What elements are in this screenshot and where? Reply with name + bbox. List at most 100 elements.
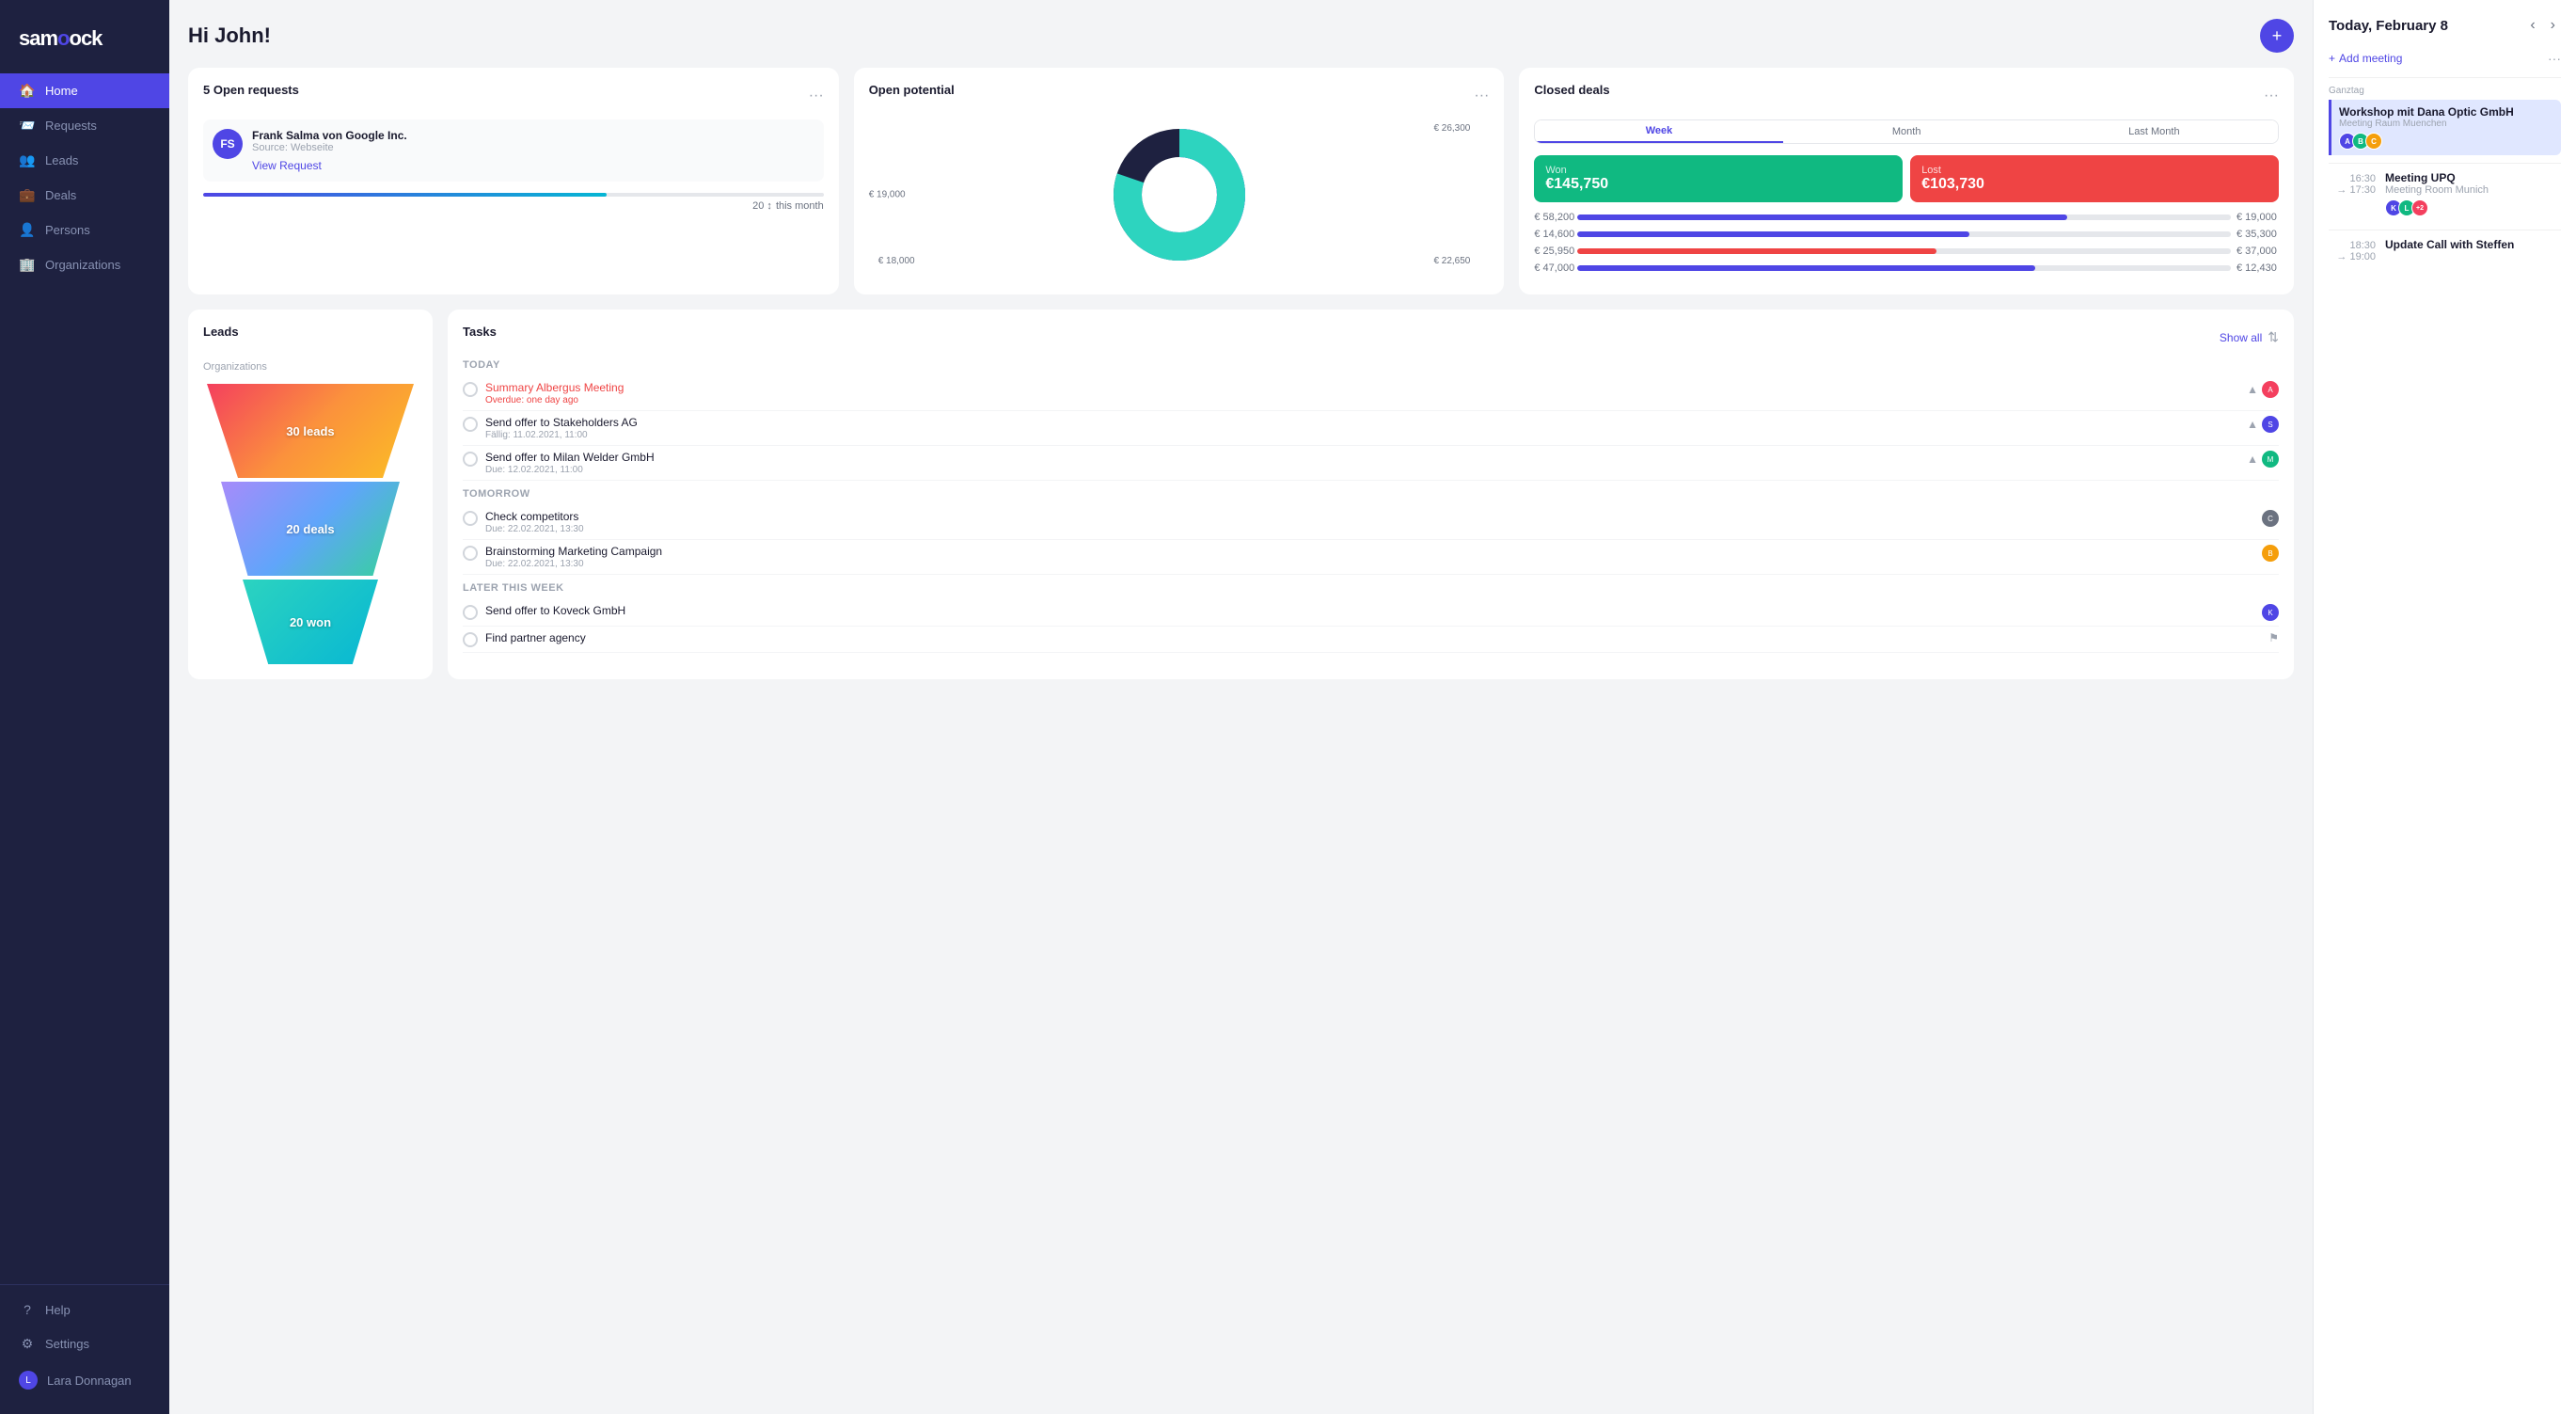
nav-label-help: Help bbox=[45, 1303, 71, 1317]
cal-divider-1 bbox=[2329, 77, 2561, 78]
nav-item-leads[interactable]: 👥 Leads bbox=[0, 143, 169, 178]
dashboard-greeting: Hi John! bbox=[188, 24, 271, 48]
add-button[interactable]: + bbox=[2260, 19, 2294, 53]
task-avatar-3: M bbox=[2262, 451, 2279, 468]
section-label-today: Today bbox=[463, 359, 2279, 371]
request-name: Frank Salma von Google Inc. bbox=[252, 129, 407, 142]
cal-time-end-1: → 17:30 bbox=[2329, 184, 2376, 196]
user-avatar: L bbox=[19, 1371, 38, 1390]
nav-item-help[interactable]: ? Help bbox=[0, 1293, 169, 1327]
open-potential-title: Open potential bbox=[869, 83, 955, 97]
closed-deals-title: Closed deals bbox=[1534, 83, 1609, 97]
tasks-section-tomorrow: Tomorrow Check competitors Due: 22.02.20… bbox=[463, 488, 2279, 575]
bar-track-2 bbox=[1577, 231, 2231, 237]
dashboard-row-1: 5 Open requests ··· FS Frank Salma von G… bbox=[188, 68, 2294, 294]
open-requests-header: 5 Open requests ··· bbox=[203, 83, 824, 108]
donut-label-2: € 19,000 bbox=[869, 190, 906, 200]
tab-week[interactable]: Week bbox=[1535, 120, 1782, 143]
show-all-button[interactable]: Show all bbox=[2220, 331, 2262, 344]
task-checkbox-7[interactable] bbox=[463, 632, 478, 647]
closed-deals-card: Closed deals ··· Week Month Last Month W… bbox=[1519, 68, 2294, 294]
allday-section: Ganztag Workshop mit Dana Optic GmbH Mee… bbox=[2329, 86, 2561, 155]
request-item: FS Frank Salma von Google Inc. Source: W… bbox=[203, 119, 824, 182]
funnel-wrap: 30 leads 20 deals 20 won bbox=[203, 384, 418, 664]
modal-overlay: samoock 🏠 Home 📨 Requests 👥 Leads 💼 Deal… bbox=[0, 0, 2576, 1414]
cal-ev-avatar-3: +2 bbox=[2411, 199, 2428, 216]
cal-event-steffen: 18:30 → 19:00 Update Call with Steffen bbox=[2329, 238, 2561, 262]
task-info-6: Send offer to Koveck GmbH bbox=[485, 604, 625, 617]
won-label: Won bbox=[1545, 165, 1891, 176]
tab-last-month[interactable]: Last Month bbox=[2031, 120, 2278, 143]
open-potential-more-icon[interactable]: ··· bbox=[1474, 87, 1489, 104]
task-right-1: ▲ A bbox=[2247, 381, 2279, 398]
task-right-7: ⚑ bbox=[2268, 631, 2279, 644]
funnel-segment-top: 30 leads bbox=[207, 384, 414, 478]
section-label-later: Later this week bbox=[463, 582, 2279, 594]
open-requests-more-icon[interactable]: ··· bbox=[809, 87, 824, 104]
priority-icon-3: ▲ bbox=[2247, 453, 2258, 466]
bar-fill-red-3 bbox=[1577, 248, 1936, 254]
progress-fill bbox=[203, 193, 607, 197]
cal-time-end-2: → 19:00 bbox=[2329, 251, 2376, 262]
closed-deals-header: Closed deals ··· bbox=[1534, 83, 2279, 108]
view-request-link[interactable]: View Request bbox=[252, 159, 322, 172]
nav-item-organizations[interactable]: 🏢 Organizations bbox=[0, 247, 169, 282]
nav-label-home: Home bbox=[45, 84, 78, 98]
task-name-7: Find partner agency bbox=[485, 631, 586, 644]
task-name-4: Check competitors bbox=[485, 510, 584, 523]
task-item-7: Find partner agency ⚑ bbox=[463, 627, 2279, 653]
cal-time-start-1: 16:30 bbox=[2329, 173, 2376, 184]
closed-deals-more-icon[interactable]: ··· bbox=[2264, 87, 2279, 104]
bar-row-2: € 14,600 € 35,300 bbox=[1534, 229, 2279, 240]
tasks-controls: Show all ⇅ bbox=[2220, 329, 2279, 345]
cal-time-start-2: 18:30 bbox=[2329, 240, 2376, 251]
task-checkbox-6[interactable] bbox=[463, 605, 478, 620]
nav-label-leads: Leads bbox=[45, 153, 78, 167]
add-meeting-button[interactable]: + Add meeting ··· bbox=[2329, 51, 2561, 66]
tasks-sort-icon[interactable]: ⇅ bbox=[2268, 329, 2279, 345]
deals-icon: 💼 bbox=[19, 187, 36, 203]
donut-wrap: € 26,300 € 19,000 € 22,650 € 18,000 bbox=[869, 119, 1490, 270]
tasks-header: Tasks Show all ⇅ bbox=[463, 325, 2279, 350]
task-checkbox-1[interactable] bbox=[463, 382, 478, 397]
task-checkbox-2[interactable] bbox=[463, 417, 478, 432]
bar-track-1 bbox=[1577, 214, 2231, 220]
more-options-icon[interactable]: ··· bbox=[2548, 51, 2561, 66]
task-avatar-6: K bbox=[2262, 604, 2279, 621]
add-meeting-label: Add meeting bbox=[2339, 52, 2402, 65]
allday-event-avatars: A B C bbox=[2339, 133, 2553, 150]
bar-label-left-4: € 47,000 bbox=[1534, 262, 1572, 274]
nav-item-deals[interactable]: 💼 Deals bbox=[0, 178, 169, 213]
task-item-4: Check competitors Due: 22.02.2021, 13:30… bbox=[463, 505, 2279, 540]
cal-event-time-1: 16:30 → 17:30 bbox=[2329, 171, 2376, 216]
progress-bar bbox=[203, 193, 824, 197]
nav-item-requests[interactable]: 📨 Requests bbox=[0, 108, 169, 143]
task-right-2: ▲ S bbox=[2247, 416, 2279, 433]
lost-value: €103,730 bbox=[1921, 176, 2268, 193]
nav-item-settings[interactable]: ⚙ Settings bbox=[0, 1327, 169, 1361]
task-info-4: Check competitors Due: 22.02.2021, 13:30 bbox=[485, 510, 584, 534]
cal-event-content-1: Meeting UPQ Meeting Room Munich K L +2 bbox=[2385, 171, 2561, 216]
funnel-segment-bot: 20 won bbox=[235, 580, 386, 664]
tab-month[interactable]: Month bbox=[1783, 120, 2031, 143]
task-checkbox-3[interactable] bbox=[463, 452, 478, 467]
task-due-1: Overdue: one day ago bbox=[485, 395, 624, 405]
calendar-next-button[interactable]: › bbox=[2545, 15, 2561, 36]
cal-event-title-2: Update Call with Steffen bbox=[2385, 238, 2561, 251]
bar-label-right-4: € 12,430 bbox=[2236, 262, 2279, 274]
progress-bar-wrap: 20 ↕ this month bbox=[203, 193, 824, 212]
nav-item-home[interactable]: 🏠 Home bbox=[0, 73, 169, 108]
task-checkbox-4[interactable] bbox=[463, 511, 478, 526]
nav-item-user[interactable]: L Lara Donnagan bbox=[0, 1361, 169, 1399]
persons-icon: 👤 bbox=[19, 222, 36, 238]
allday-event[interactable]: Workshop mit Dana Optic GmbH Meeting Rau… bbox=[2329, 100, 2561, 155]
task-checkbox-5[interactable] bbox=[463, 546, 478, 561]
bar-label-left-1: € 58,200 bbox=[1534, 212, 1572, 223]
calendar-prev-button[interactable]: ‹ bbox=[2524, 15, 2540, 36]
dashboard: Hi John! + 5 Open requests ··· FS Frank … bbox=[169, 0, 2313, 1414]
nav-item-persons[interactable]: 👤 Persons bbox=[0, 213, 169, 247]
task-right-5: B bbox=[2262, 545, 2279, 562]
donut-label-3: € 22,650 bbox=[1433, 256, 1470, 266]
nav-label-settings: Settings bbox=[45, 1337, 89, 1351]
task-item-5: Brainstorming Marketing Campaign Due: 22… bbox=[463, 540, 2279, 575]
